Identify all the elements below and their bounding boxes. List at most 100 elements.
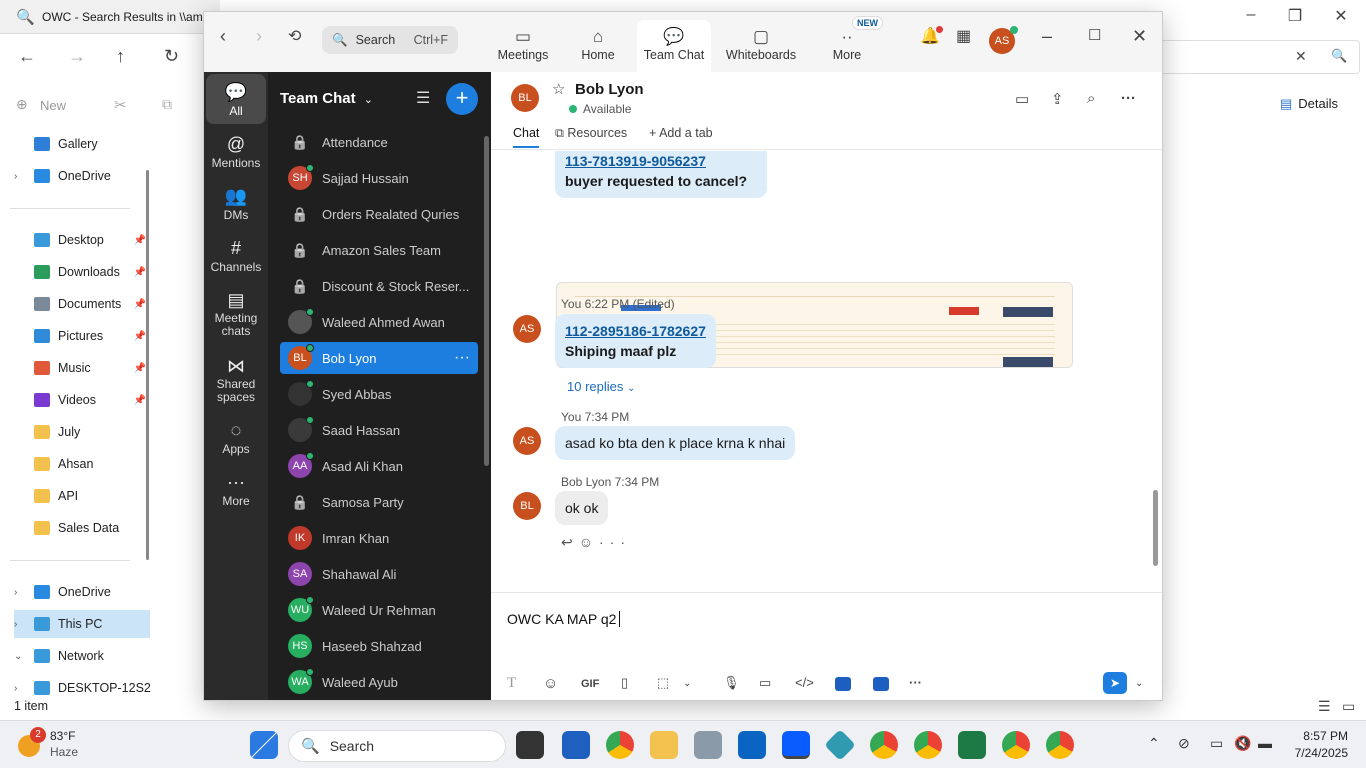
rail-mentions[interactable]: @ Mentions [206, 132, 266, 170]
nav-team-chat[interactable]: 💬 Team Chat [637, 20, 711, 72]
chat-list-item[interactable]: 🔒 Samosa Party [280, 486, 478, 518]
nav-item[interactable]: API [14, 482, 150, 510]
nav-item[interactable]: Documents 📌 [14, 290, 150, 318]
star-icon[interactable]: ☆ [552, 80, 565, 98]
taskbar-search[interactable]: 🔍 Search [288, 730, 506, 762]
more-options-icon[interactable]: ··· [1121, 90, 1136, 107]
nav-whiteboards[interactable]: ▢ Whiteboards [722, 22, 800, 70]
nav-meetings[interactable]: ▭ Meetings [486, 22, 560, 70]
chevron-icon[interactable]: ⌄ [14, 651, 22, 662]
start-icon[interactable] [250, 731, 278, 759]
file-icon[interactable]: ▯ [621, 675, 628, 691]
nav-item[interactable]: Music 📌 [14, 354, 150, 382]
emoji-icon[interactable]: ☺ [543, 675, 558, 692]
back-arrow-icon[interactable]: ← [18, 46, 36, 67]
replies-link[interactable]: 10 replies ⌄ [567, 379, 635, 394]
tab-chat[interactable]: Chat [513, 126, 540, 148]
compose-area[interactable]: OWC KA MAP q2 T ☺ GIF ▯ ⬚ ⌄ 🎙 ▭ </> ··· … [491, 592, 1162, 700]
weather-desc[interactable]: Haze [50, 745, 78, 759]
chevron-icon[interactable]: › [14, 587, 17, 598]
chat-list-item[interactable]: 🔒 Discount & Stock Reser... [280, 270, 478, 302]
minimize-icon[interactable]: – [1042, 26, 1052, 47]
share-screen-icon[interactable]: ⇪ [1051, 90, 1064, 108]
history-icon[interactable]: ⟲ [288, 26, 301, 46]
format-text-icon[interactable]: T [507, 675, 516, 692]
chat-list-item[interactable]: 🔒 Amazon Sales Team [280, 234, 478, 266]
chrome-icon[interactable] [606, 731, 634, 759]
clock-date[interactable]: 7/24/2025 [1282, 746, 1348, 760]
rail-meeting-chats[interactable]: ▤ Meeting chats [206, 288, 266, 338]
rail-more[interactable]: ··· More [206, 470, 266, 508]
nav-home[interactable]: ⌂ Home [561, 22, 635, 70]
up-arrow-icon[interactable]: ↑ [116, 46, 125, 67]
forward-arrow-icon[interactable]: → [68, 46, 86, 67]
chat-list-item[interactable]: IK Imran Khan [280, 522, 478, 554]
task-view-icon[interactable] [516, 731, 544, 759]
chrome-icon[interactable] [1046, 731, 1074, 759]
nav-item[interactable]: Gallery [14, 130, 150, 158]
nav-scrollbar[interactable] [146, 170, 149, 560]
message-bubble[interactable]: 113-7813919-9056237 buyer requested to c… [555, 151, 767, 198]
nav-item[interactable]: › DESKTOP-12S2 [14, 674, 151, 702]
order-link[interactable]: 113-7813919-9056237 [565, 151, 757, 171]
message-scrollbar[interactable] [1153, 490, 1158, 566]
video-message-icon[interactable]: ▭ [759, 675, 771, 691]
app-icon[interactable] [835, 677, 851, 691]
contact-avatar[interactable]: BL [511, 84, 539, 112]
app-icon[interactable] [824, 729, 856, 761]
chat-list-item[interactable]: HS Haseeb Shahzad [280, 630, 478, 662]
chevron-icon[interactable]: › [14, 171, 17, 182]
chat-list-item[interactable]: SH Sajjad Hussain [280, 162, 478, 194]
calculator-icon[interactable] [694, 731, 722, 759]
chevron-down-icon[interactable]: ⌄ [1135, 678, 1143, 689]
nav-item[interactable]: › OneDrive [14, 578, 150, 606]
copy-icon[interactable]: ⧉ [162, 96, 172, 113]
folder-icon[interactable] [650, 731, 678, 759]
chevron-icon[interactable]: › [14, 619, 17, 630]
rail-dms[interactable]: 👥 DMs [206, 184, 266, 222]
clock-time[interactable]: 8:57 PM [1298, 729, 1348, 743]
chrome-icon[interactable] [914, 731, 942, 759]
clear-icon[interactable]: ✕ [1295, 48, 1307, 65]
sender-avatar[interactable]: AS [513, 315, 541, 343]
calendar-icon[interactable]: ▦ [956, 26, 971, 46]
maximize-icon[interactable]: ❐ [1280, 6, 1310, 26]
nav-item[interactable]: Desktop 📌 [14, 226, 150, 254]
chat-list-item[interactable]: Waleed Ahmed Awan [280, 306, 478, 338]
nav-more[interactable]: ·· More NEW [810, 16, 884, 70]
app-icon[interactable] [873, 677, 889, 691]
code-icon[interactable]: </> [795, 675, 814, 690]
rail-all[interactable]: 💬 All [206, 74, 266, 124]
search-icon[interactable]: 🔍 [1331, 48, 1347, 64]
search-input[interactable]: 🔍 Search Ctrl+F [322, 26, 458, 54]
more-options-icon[interactable]: ··· [909, 675, 922, 690]
chat-list-item[interactable]: 🔒 Attendance [280, 126, 478, 158]
zoom-icon[interactable] [782, 731, 810, 759]
chat-list-item[interactable]: Syed Abbas [280, 378, 478, 410]
explorer-tab[interactable]: 🔍 OWC - Search Results in \\am [0, 0, 220, 34]
microphone-icon[interactable]: 🎙 [723, 675, 740, 691]
nav-item[interactable]: Sales Data [14, 514, 150, 542]
nav-item[interactable]: ⌄ Network [14, 642, 150, 670]
chat-list-item[interactable]: Saad Hassan [280, 414, 478, 446]
nav-item[interactable]: › This PC [14, 610, 150, 638]
tab-add[interactable]: + Add a tab [649, 126, 713, 140]
nav-item[interactable]: Downloads 📌 [14, 258, 150, 286]
nav-item[interactable]: Pictures 📌 [14, 322, 150, 350]
rail-shared-spaces[interactable]: ⋈ Shared spaces [206, 354, 266, 404]
chat-list-item[interactable]: AA Asad Ali Khan [280, 450, 478, 482]
nav-item[interactable]: Videos 📌 [14, 386, 150, 414]
reply-icon[interactable]: ↩ [561, 534, 579, 550]
outlook-icon[interactable] [738, 731, 766, 759]
chrome-icon[interactable] [870, 731, 898, 759]
chevron-up-icon[interactable]: ⌃ [1148, 735, 1160, 752]
back-icon[interactable]: ‹ [220, 26, 226, 47]
more-options-icon[interactable]: ··· [599, 534, 631, 550]
close-icon[interactable]: ✕ [1326, 6, 1356, 26]
sender-avatar[interactable]: AS [513, 427, 541, 455]
maximize-icon[interactable]: ☐ [1088, 26, 1101, 44]
refresh-icon[interactable]: ↻ [164, 46, 179, 67]
minimize-icon[interactable]: – [1236, 6, 1266, 24]
new-button[interactable]: New [40, 98, 66, 113]
chevron-icon[interactable]: › [14, 683, 17, 694]
